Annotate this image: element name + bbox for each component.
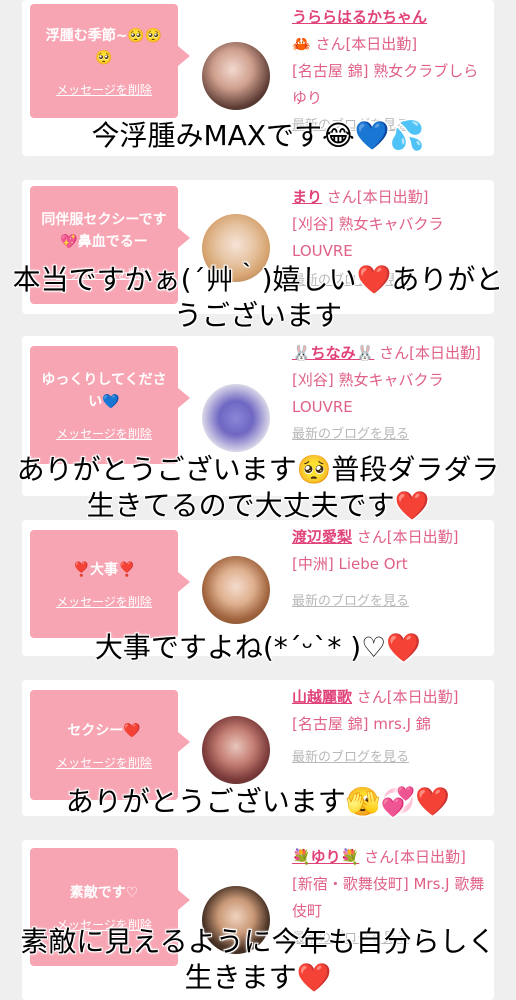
profile-info: 🐰ちなみ🐰 さん[本日出勤] [刈谷] 熟女キャバクラLOUVRE 最新のブログ… (292, 340, 488, 448)
shop-text: [新宿・歌舞伎町] Mrs.J 歌舞伎町 (292, 875, 485, 920)
blog-link[interactable]: 最新のブログを見る (292, 588, 488, 615)
overlay-caption: ありがとうございます🥺普段ダラダラ生きてるので大丈夫です❤️ (16, 453, 500, 522)
delete-message-link[interactable]: メッセージを削除 (56, 593, 152, 610)
status-text: さん[本日出勤] (374, 344, 481, 362)
avatar[interactable] (202, 42, 270, 110)
blog-link[interactable]: 最新のブログを見る (292, 421, 488, 448)
message-text: セクシー❤️ (67, 722, 141, 739)
status-text: さん[本日出勤] (322, 188, 429, 206)
profile-name-link[interactable]: うららはるかちゃん (292, 8, 427, 26)
message-text: 素敵です♡ (69, 884, 139, 901)
delete-message-link[interactable]: メッセージを削除 (56, 754, 152, 771)
crab-icon: 🦀 (292, 35, 311, 53)
delete-message-link[interactable]: メッセージを削除 (56, 425, 152, 442)
overlay-caption: 今浮腫みMAXです😂💙💦 (91, 119, 425, 152)
shop-text: [刈谷] 熟女キャバクラLOUVRE (292, 215, 444, 260)
profile-name-link[interactable]: 🐰ちなみ🐰 (292, 344, 374, 362)
message-text: 浮腫む季節~🥺🥺🥺 (45, 27, 163, 66)
overlay-caption: 素敵に見えるように今年も自分らしく生きます❤️ (20, 925, 496, 994)
avatar[interactable] (202, 556, 270, 624)
profile-name-link[interactable]: まり (292, 188, 322, 206)
blog-link[interactable]: 最新のブログを見る (292, 744, 488, 771)
shop-text: [刈谷] 熟女キャバクラLOUVRE (292, 371, 444, 416)
profile-name-link[interactable]: 山越麗歌 (292, 688, 352, 706)
message-text: ゆっくりしてください💙 (41, 371, 167, 410)
message-bubble: ❣️大事❣️ メッセージを削除 (30, 530, 190, 638)
shop-text: [名古屋 錦] 熟女クラブしらゆり (292, 62, 479, 107)
shop-text: [中洲] Liebe Ort (292, 555, 408, 573)
message-text: ❣️大事❣️ (72, 561, 136, 578)
shop-text: [名古屋 錦] mrs.J 錦 (292, 715, 431, 733)
message-bubble: 浮腫む季節~🥺🥺🥺 メッセージを削除 (30, 4, 190, 118)
status-text: さん[本日出勤] (352, 688, 459, 706)
overlay-caption: 本当ですかぁ(´艸｀)嬉しい❤️ありがとうございます (12, 263, 504, 332)
message-bubble: ゆっくりしてください💙 メッセージを削除 (30, 346, 190, 464)
profile-name-link[interactable]: 💐ゆり💐 (292, 848, 359, 866)
profile-info: 山越麗歌 さん[本日出勤] [名古屋 錦] mrs.J 錦 最新のブログを見る (292, 684, 488, 771)
delete-message-link[interactable]: メッセージを削除 (56, 81, 152, 98)
profile-name-link[interactable]: 渡辺愛梨 (292, 528, 352, 546)
status-text: さん[本日出勤] (310, 35, 418, 53)
status-text: さん[本日出勤] (359, 848, 466, 866)
overlay-caption: 大事ですよね(*ˊᵕˋ* )♡❤️ (94, 631, 422, 664)
avatar[interactable] (202, 716, 270, 784)
overlay-caption: ありがとうございます🫣💞❤️ (65, 785, 451, 818)
status-text: さん[本日出勤] (352, 528, 459, 546)
message-text: 同伴服セクシーです💖鼻血でるー (41, 211, 167, 250)
avatar[interactable] (202, 384, 270, 452)
profile-info: 渡辺愛梨 さん[本日出勤] [中洲] Liebe Ort 最新のブログを見る (292, 524, 488, 615)
